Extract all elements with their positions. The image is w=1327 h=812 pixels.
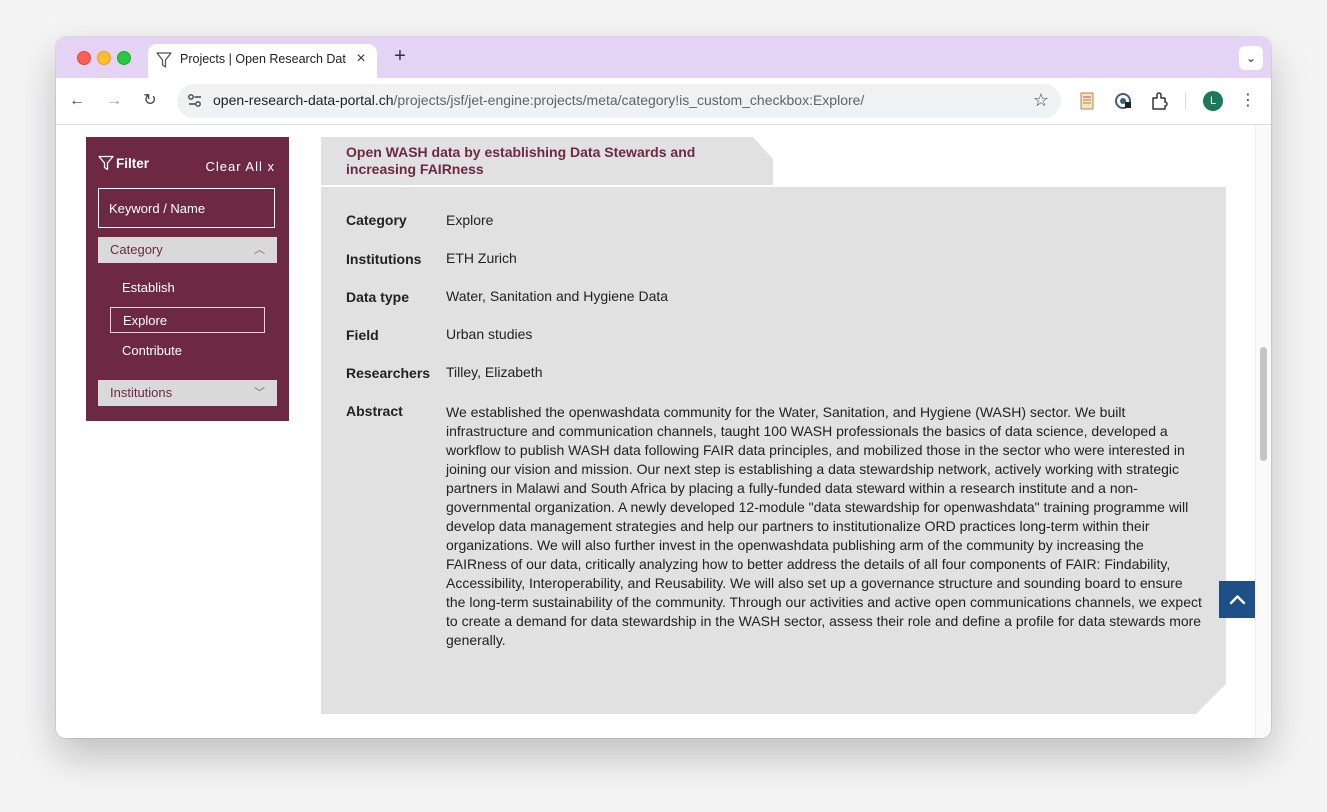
filter-icon xyxy=(156,52,172,68)
chevron-down-icon: ﹀ xyxy=(254,387,265,399)
close-window-button[interactable] xyxy=(77,51,91,65)
field-label-abstract: Abstract xyxy=(346,403,403,419)
plus-icon[interactable]: + xyxy=(391,46,409,66)
filter-panel: Filter Clear All x Category ︿ Establish … xyxy=(86,137,289,421)
reload-icon[interactable]: ↻ xyxy=(139,90,161,112)
institutions-accordion[interactable]: Institutions ﹀ xyxy=(98,380,277,406)
scrollbar-thumb[interactable] xyxy=(1260,347,1267,461)
category-item-contribute[interactable]: Contribute xyxy=(110,338,265,364)
field-label-field: Field xyxy=(346,327,379,343)
project-title-tab: Open WASH data by establishing Data Stew… xyxy=(321,137,773,185)
page-scrollbar[interactable] xyxy=(1255,125,1271,738)
chevron-down-icon[interactable]: ⌄ xyxy=(1239,46,1263,70)
browser-window: Projects | Open Research Data Portal × +… xyxy=(56,37,1271,738)
field-value-institutions: ETH Zurich xyxy=(446,250,517,266)
field-label-category: Category xyxy=(346,212,407,228)
field-label-data-type: Data type xyxy=(346,289,410,305)
abstract-text: We established the openwashdata communit… xyxy=(446,404,1202,648)
browser-tab-active[interactable]: Projects | Open Research Data Portal × xyxy=(148,44,377,78)
close-icon[interactable]: × xyxy=(353,51,369,67)
field-value-category: Explore xyxy=(446,212,494,228)
page-viewport: Filter Clear All x Category ︿ Establish … xyxy=(56,125,1271,738)
tab-strip: Projects | Open Research Data Portal × +… xyxy=(56,37,1271,78)
arrow-up-icon xyxy=(1229,595,1246,605)
category-accordion[interactable]: Category ︿ xyxy=(98,237,277,263)
category-item-explore[interactable]: Explore xyxy=(110,307,265,333)
filter-title: Filter xyxy=(116,156,150,171)
clear-all-button[interactable]: Clear All x xyxy=(205,159,275,174)
tab-title: Projects | Open Research Data Portal xyxy=(180,52,346,66)
forward-icon[interactable]: → xyxy=(103,90,125,112)
category-item-establish[interactable]: Establish xyxy=(110,275,265,301)
password-manager-icon[interactable] xyxy=(1112,90,1134,112)
star-icon[interactable]: ☆ xyxy=(1033,90,1049,111)
field-label-institutions: Institutions xyxy=(346,251,422,267)
maximize-window-button[interactable] xyxy=(117,51,131,65)
filter-heading: Filter xyxy=(98,155,149,171)
minimize-window-button[interactable] xyxy=(97,51,111,65)
avatar[interactable]: L xyxy=(1203,91,1223,111)
extension-icon[interactable] xyxy=(1076,90,1098,112)
project-title[interactable]: Open WASH data by establishing Data Stew… xyxy=(346,144,726,178)
field-label-researchers: Researchers xyxy=(346,365,431,381)
scroll-to-top-button[interactable] xyxy=(1219,581,1256,618)
puzzle-icon[interactable] xyxy=(1149,90,1171,112)
keyword-search-input[interactable] xyxy=(98,188,275,228)
site-settings-icon[interactable] xyxy=(185,91,205,111)
kebab-menu-icon[interactable]: ⋮ xyxy=(1239,90,1257,112)
field-value-data-type: Water, Sanitation and Hygiene Data xyxy=(446,288,669,304)
toolbar-divider xyxy=(1185,92,1186,110)
url-host: open-research-data-portal.ch xyxy=(213,92,394,108)
project-card: Category Explore Institutions ETH Zurich… xyxy=(321,187,1226,714)
browser-toolbar: ← → ↻ open-research-data-portal.ch/proje… xyxy=(56,78,1271,125)
institutions-accordion-label: Institutions xyxy=(110,385,173,400)
category-accordion-label: Category xyxy=(110,242,163,257)
back-icon[interactable]: ← xyxy=(66,90,88,112)
field-value-field: Urban studies xyxy=(446,326,533,342)
filter-icon xyxy=(98,155,114,171)
address-bar[interactable]: open-research-data-portal.ch/projects/js… xyxy=(177,84,1061,118)
url-text: open-research-data-portal.ch/projects/js… xyxy=(213,92,864,108)
field-value-researchers: Tilley, Elizabeth xyxy=(446,364,543,380)
chevron-up-icon: ︿ xyxy=(254,244,265,256)
url-path: /projects/jsf/jet-engine:projects/meta/c… xyxy=(393,92,865,108)
